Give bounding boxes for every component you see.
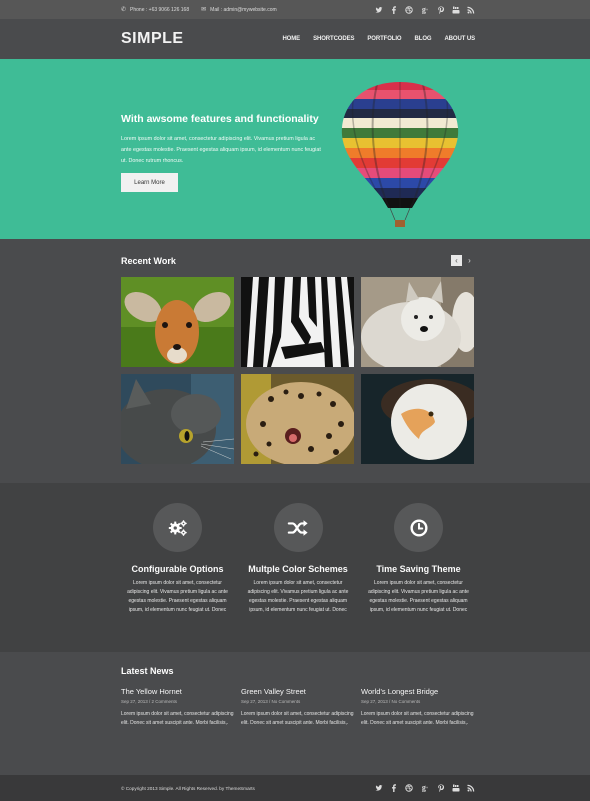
- portfolio-item-antelope[interactable]: [121, 277, 234, 367]
- pinterest-icon[interactable]: [437, 784, 445, 792]
- contact-info: ✆ Phone : +63 9066 126 168 ✉ Mail : admi…: [121, 6, 277, 14]
- news-list: The Yellow Hornet Sep 27, 2013 / 2 Comme…: [121, 687, 474, 727]
- feature-text: Lorem ipsum dolor sit amet, consectetur …: [247, 580, 349, 613]
- gears-icon: [168, 519, 187, 536]
- news-excerpt: Lorem ipsum dolor sit amet, consectetur …: [361, 711, 474, 726]
- nav-blog[interactable]: BLOG: [415, 36, 432, 42]
- phone-info: ✆ Phone : +63 9066 126 168: [121, 6, 190, 14]
- chevron-left-icon[interactable]: ‹: [451, 255, 462, 266]
- nav-portfolio[interactable]: PORTFOLIO: [367, 36, 401, 42]
- latest-news-section: Latest News The Yellow Hornet Sep 27, 20…: [0, 652, 590, 775]
- feature-text: Lorem ipsum dolor sit amet, consectetur …: [368, 580, 469, 613]
- news-excerpt: Lorem ipsum dolor sit amet, consectetur …: [121, 711, 234, 726]
- hero-text: Lorem ipsum dolor sit amet, consectetur …: [121, 136, 321, 164]
- clock-icon: [409, 518, 428, 537]
- google-plus-icon[interactable]: g +: [420, 784, 430, 792]
- mail-info: ✉ Mail : admin@mywebsite.com: [201, 6, 277, 14]
- nav-home[interactable]: HOME: [282, 36, 300, 42]
- nav-shortcodes[interactable]: SHORTCODES: [313, 36, 354, 42]
- learn-more-button[interactable]: Learn More: [121, 173, 178, 192]
- portfolio-grid: [121, 277, 474, 464]
- envelope-icon: ✉: [201, 7, 207, 13]
- google-plus-icon[interactable]: g +: [420, 5, 430, 14]
- site-logo[interactable]: SIMPLE: [121, 30, 184, 48]
- portfolio-item-zebra[interactable]: [241, 277, 354, 367]
- rss-icon[interactable]: [467, 6, 475, 14]
- portfolio-item-eagle[interactable]: [361, 374, 474, 464]
- news-meta: Sep 27, 2013 / No Comments: [241, 699, 301, 704]
- top-bar: ✆ Phone : +63 9066 126 168 ✉ Mail : admi…: [0, 0, 590, 19]
- facebook-icon[interactable]: [390, 784, 398, 792]
- news-item: Green Valley Street Sep 27, 2013 / No Co…: [241, 687, 354, 727]
- latest-news-title: Latest News: [121, 666, 174, 676]
- rss-icon[interactable]: [467, 784, 475, 792]
- nav-about-us[interactable]: ABOUT US: [444, 36, 475, 42]
- feature-color-schemes: Multple Color Schemes Lorem ipsum dolor …: [242, 483, 355, 652]
- twitter-icon[interactable]: [375, 6, 383, 14]
- recent-work-title: Recent Work: [121, 256, 176, 266]
- youtube-icon[interactable]: [452, 784, 460, 792]
- recent-work-section: Recent Work ‹ ›: [0, 239, 590, 483]
- news-excerpt: Lorem ipsum dolor sit amet, consectetur …: [241, 711, 354, 726]
- shuffle-icon: [287, 519, 308, 536]
- pinterest-icon[interactable]: [437, 6, 445, 14]
- feature-title: Multple Color Schemes: [248, 564, 348, 574]
- features-section: Configurable Options Lorem ipsum dolor s…: [0, 483, 590, 652]
- hero-section: With awsome features and functionality L…: [0, 59, 590, 239]
- hero-title: With awsome features and functionality: [121, 113, 319, 125]
- portfolio-item-cat[interactable]: [121, 374, 234, 464]
- feature-text: Lorem ipsum dolor sit amet, consectetur …: [127, 580, 228, 613]
- dribbble-icon[interactable]: [405, 784, 413, 792]
- site-header: SIMPLE HOME SHORTCODES PORTFOLIO BLOG AB…: [0, 19, 590, 59]
- mail-text[interactable]: Mail : admin@mywebsite.com: [210, 7, 276, 13]
- news-item: World's Longest Bridge Sep 27, 2013 / No…: [361, 687, 474, 727]
- news-meta: Sep 27, 2013 / No Comments: [361, 699, 421, 704]
- news-title[interactable]: World's Longest Bridge: [361, 687, 474, 696]
- chevron-right-icon[interactable]: ›: [464, 255, 475, 266]
- news-title[interactable]: The Yellow Hornet: [121, 687, 234, 696]
- hot-air-balloon-image: [341, 82, 459, 227]
- feature-configurable-options: Configurable Options Lorem ipsum dolor s…: [121, 483, 234, 652]
- twitter-icon[interactable]: [375, 784, 383, 792]
- feature-icon-circle: [153, 503, 202, 552]
- phone-text: Phone : +63 9066 126 168: [130, 6, 190, 13]
- facebook-icon[interactable]: [390, 5, 398, 14]
- dribbble-icon[interactable]: [405, 5, 413, 14]
- feature-title: Time Saving Theme: [376, 564, 461, 574]
- social-links-footer: g +: [375, 784, 475, 792]
- phone-icon: ✆: [121, 7, 127, 13]
- site-footer: © Copyright 2013 Simple. All Rights Rese…: [0, 775, 590, 801]
- news-title[interactable]: Green Valley Street: [241, 687, 354, 696]
- news-item: The Yellow Hornet Sep 27, 2013 / 2 Comme…: [121, 687, 234, 727]
- feature-icon-circle: [394, 503, 443, 552]
- portfolio-item-wolf[interactable]: [361, 277, 474, 367]
- feature-icon-circle: [273, 503, 323, 552]
- social-links-top: g +: [375, 5, 475, 14]
- feature-title: Configurable Options: [131, 564, 224, 574]
- copyright-text: © Copyright 2013 Simple. All Rights Rese…: [121, 785, 255, 791]
- feature-time-saving: Time Saving Theme Lorem ipsum dolor sit …: [362, 483, 475, 652]
- main-nav: HOME SHORTCODES PORTFOLIO BLOG ABOUT US: [282, 36, 475, 42]
- portfolio-item-leopard[interactable]: [241, 374, 354, 464]
- carousel-controls: ‹ ›: [451, 255, 475, 266]
- news-meta: Sep 27, 2013 / 2 Comments: [121, 699, 178, 704]
- youtube-icon[interactable]: [452, 6, 460, 14]
